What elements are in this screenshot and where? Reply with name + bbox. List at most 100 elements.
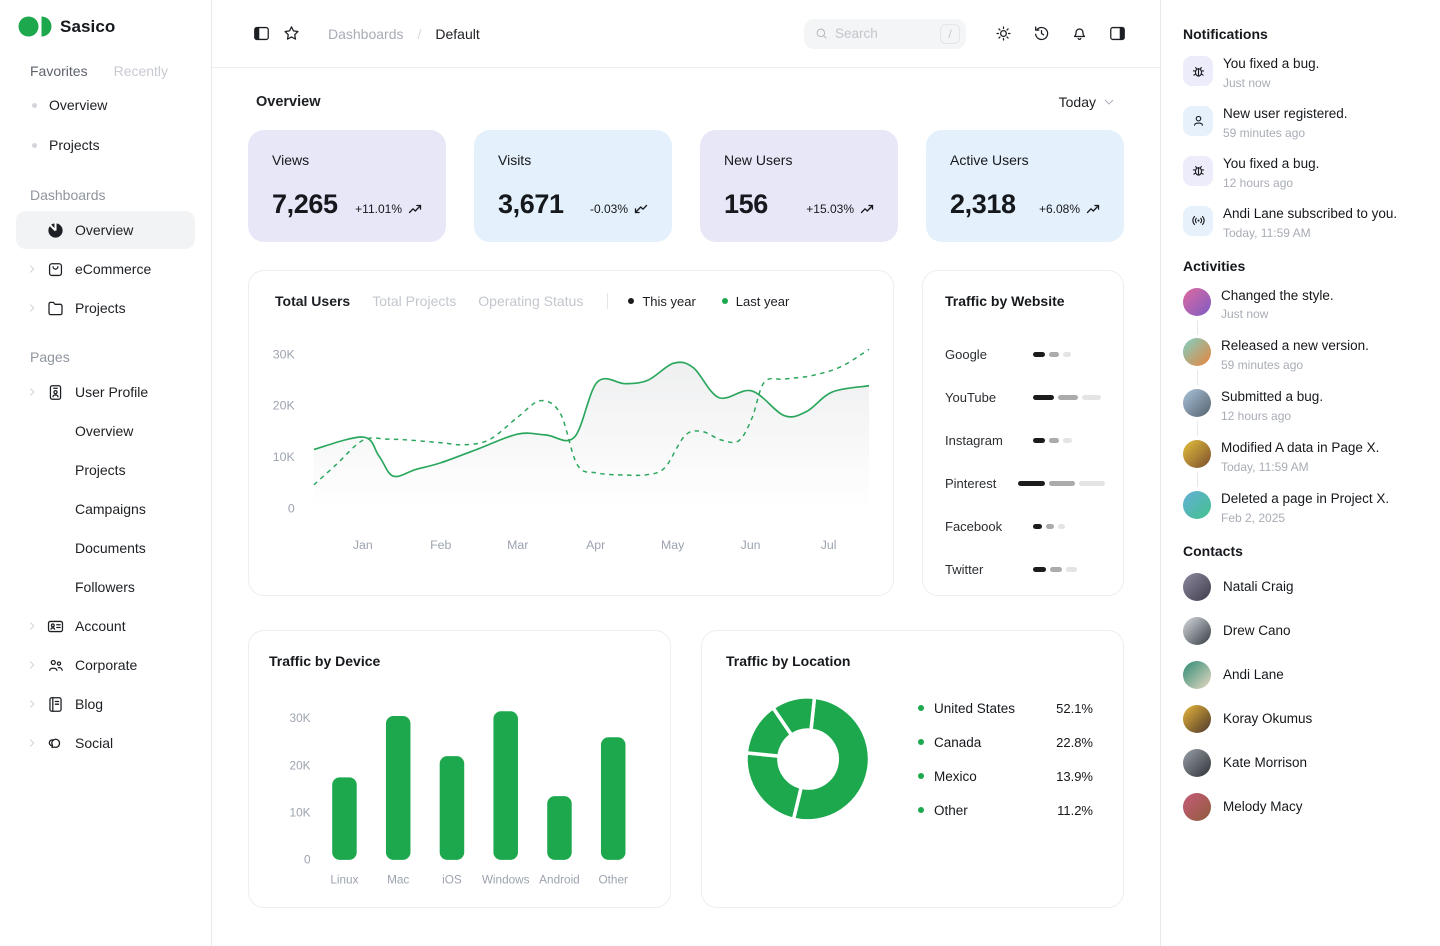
trend-up-icon — [408, 202, 422, 216]
svg-text:Jan: Jan — [353, 538, 373, 552]
avatar — [1183, 440, 1211, 468]
sidebar-item-label: Account — [75, 618, 126, 634]
notification-text: You fixed a bug. — [1223, 156, 1319, 173]
chart-tab-total-projects[interactable]: Total Projects — [372, 293, 456, 309]
sidebar-item-corporate[interactable]: Corporate — [16, 646, 195, 684]
website-label: YouTube — [945, 390, 1033, 405]
activity-text: Submitted a bug. — [1221, 389, 1323, 406]
sidebar-item-social[interactable]: Social — [16, 724, 195, 762]
tab-recently[interactable]: Recently — [114, 63, 168, 79]
pie-chart-icon — [46, 221, 65, 240]
search-box[interactable]: / — [804, 19, 966, 49]
website-label: Instagram — [945, 433, 1033, 448]
notification-item[interactable]: New user registered. 59 minutes ago — [1183, 106, 1420, 140]
contact-item-drew-cano[interactable]: Drew Cano — [1183, 617, 1420, 645]
card-title: Traffic by Location — [726, 653, 1099, 669]
period-select[interactable]: Today — [1059, 94, 1116, 110]
activities-section: Activities Changed the style. Just now R… — [1183, 258, 1420, 525]
svg-text:May: May — [661, 538, 685, 552]
contact-item-andi-lane[interactable]: Andi Lane — [1183, 661, 1420, 689]
sidebar-item-projects[interactable]: Projects — [16, 451, 195, 489]
favorite-item-overview[interactable]: Overview — [16, 85, 195, 125]
sidebar-item-followers[interactable]: Followers — [16, 568, 195, 606]
contact-item-melody-macy[interactable]: Melody Macy — [1183, 793, 1420, 821]
id-badge-icon — [46, 383, 65, 402]
sidebar-item-account[interactable]: Account — [16, 607, 195, 645]
notification-item[interactable]: You fixed a bug. 12 hours ago — [1183, 156, 1420, 190]
notebook-icon — [46, 695, 65, 714]
notification-time: 59 minutes ago — [1223, 126, 1348, 140]
contact-name: Drew Cano — [1223, 623, 1291, 638]
activity-text: Released a new version. — [1221, 338, 1369, 355]
sidebar-item-documents[interactable]: Documents — [16, 529, 195, 567]
location-label: Other — [934, 803, 968, 818]
stat-value: 7,265 — [272, 189, 338, 220]
notification-item[interactable]: Andi Lane subscribed to you. Today, 11:5… — [1183, 206, 1420, 240]
breadcrumb-current[interactable]: Default — [435, 26, 479, 42]
toggle-right-sidebar-button[interactable] — [1102, 19, 1132, 49]
svg-text:20K: 20K — [290, 759, 311, 772]
chevron-right-icon — [26, 620, 38, 632]
favorite-item-projects[interactable]: Projects — [16, 125, 195, 165]
nav-section-title-dashboards: Dashboards — [30, 187, 195, 203]
location-legend: United States 52.1% Canada 22.8% Mexico … — [918, 701, 1093, 818]
svg-text:0: 0 — [304, 854, 311, 867]
website-traffic-list: Google YouTube Instagram Pinterest Faceb… — [945, 333, 1105, 591]
contact-name: Natali Craig — [1223, 579, 1294, 594]
traffic-by-website-card: Traffic by Website Google YouTube Instag… — [922, 270, 1124, 596]
chart-tab-total-users[interactable]: Total Users — [275, 293, 350, 309]
activity-item[interactable]: Deleted a page in Project X. Feb 2, 2025 — [1183, 491, 1420, 525]
activity-item[interactable]: Changed the style. Just now — [1183, 288, 1420, 322]
activity-item[interactable]: Submitted a bug. 12 hours ago — [1183, 389, 1420, 423]
chart-tab-operating-status[interactable]: Operating Status — [478, 293, 583, 309]
notification-time: Today, 11:59 AM — [1223, 226, 1397, 240]
activity-time: Today, 11:59 AM — [1221, 460, 1379, 474]
breadcrumb-parent[interactable]: Dashboards — [328, 26, 404, 42]
search-input[interactable] — [829, 26, 940, 41]
sidebar-item-overview[interactable]: Overview — [16, 211, 195, 249]
stat-delta: -0.03% — [590, 202, 628, 216]
nav-section-title-pages: Pages — [30, 349, 195, 365]
bag-icon — [46, 260, 65, 279]
svg-text:Linux: Linux — [330, 873, 358, 886]
trend-up-icon — [1086, 202, 1100, 216]
sidebar-item-label: Blog — [75, 696, 103, 712]
theme-toggle-button[interactable] — [988, 19, 1018, 49]
contact-item-kate-morrison[interactable]: Kate Morrison — [1183, 749, 1420, 777]
sidebar-item-campaigns[interactable]: Campaigns — [16, 490, 195, 528]
notifications-button[interactable] — [1064, 19, 1094, 49]
contact-name: Melody Macy — [1223, 799, 1303, 814]
svg-text:Mac: Mac — [387, 873, 409, 886]
device-bar-chart: 010K20K30K LinuxMaciOSWindowsAndroidOthe… — [269, 675, 650, 898]
stat-value: 2,318 — [950, 189, 1016, 220]
line-chart: 30K20K10K0 JanFebMarAprMayJunJul — [269, 315, 873, 562]
avatar — [1183, 491, 1211, 519]
activity-time: 12 hours ago — [1221, 409, 1323, 423]
tab-favorites[interactable]: Favorites — [30, 63, 88, 79]
sidebar-item-projects[interactable]: Projects — [16, 289, 195, 327]
folder-icon — [46, 299, 65, 318]
sidebar-item-blog[interactable]: Blog — [16, 685, 195, 723]
activity-item[interactable]: Modified A data in Page X. Today, 11:59 … — [1183, 440, 1420, 474]
contact-item-koray-okumus[interactable]: Koray Okumus — [1183, 705, 1420, 733]
chevron-right-icon — [26, 698, 38, 710]
app-logo[interactable]: Sasico — [16, 16, 195, 37]
sidebar-item-overview[interactable]: Overview — [16, 412, 195, 450]
favorite-page-button[interactable] — [276, 19, 306, 49]
history-button[interactable] — [1026, 19, 1056, 49]
toggle-left-sidebar-button[interactable] — [246, 19, 276, 49]
contact-item-natali-craig[interactable]: Natali Craig — [1183, 573, 1420, 601]
breadcrumb: Dashboards / Default — [328, 26, 480, 42]
sidebar-item-user-profile[interactable]: User Profile — [16, 373, 195, 411]
notification-item[interactable]: You fixed a bug. Just now — [1183, 56, 1420, 90]
sidebar-item-label: Projects — [75, 300, 126, 316]
activity-time: Just now — [1221, 307, 1334, 321]
id-card-icon — [46, 617, 65, 636]
main-column: Dashboards / Default / Overview Today Vi… — [212, 0, 1160, 946]
activity-item[interactable]: Released a new version. 59 minutes ago — [1183, 338, 1420, 372]
favorite-item-label: Projects — [49, 137, 100, 153]
stat-delta: +6.08% — [1039, 202, 1080, 216]
sidebar-item-ecommerce[interactable]: eCommerce — [16, 250, 195, 288]
users-icon — [46, 656, 65, 675]
divider — [607, 293, 608, 309]
